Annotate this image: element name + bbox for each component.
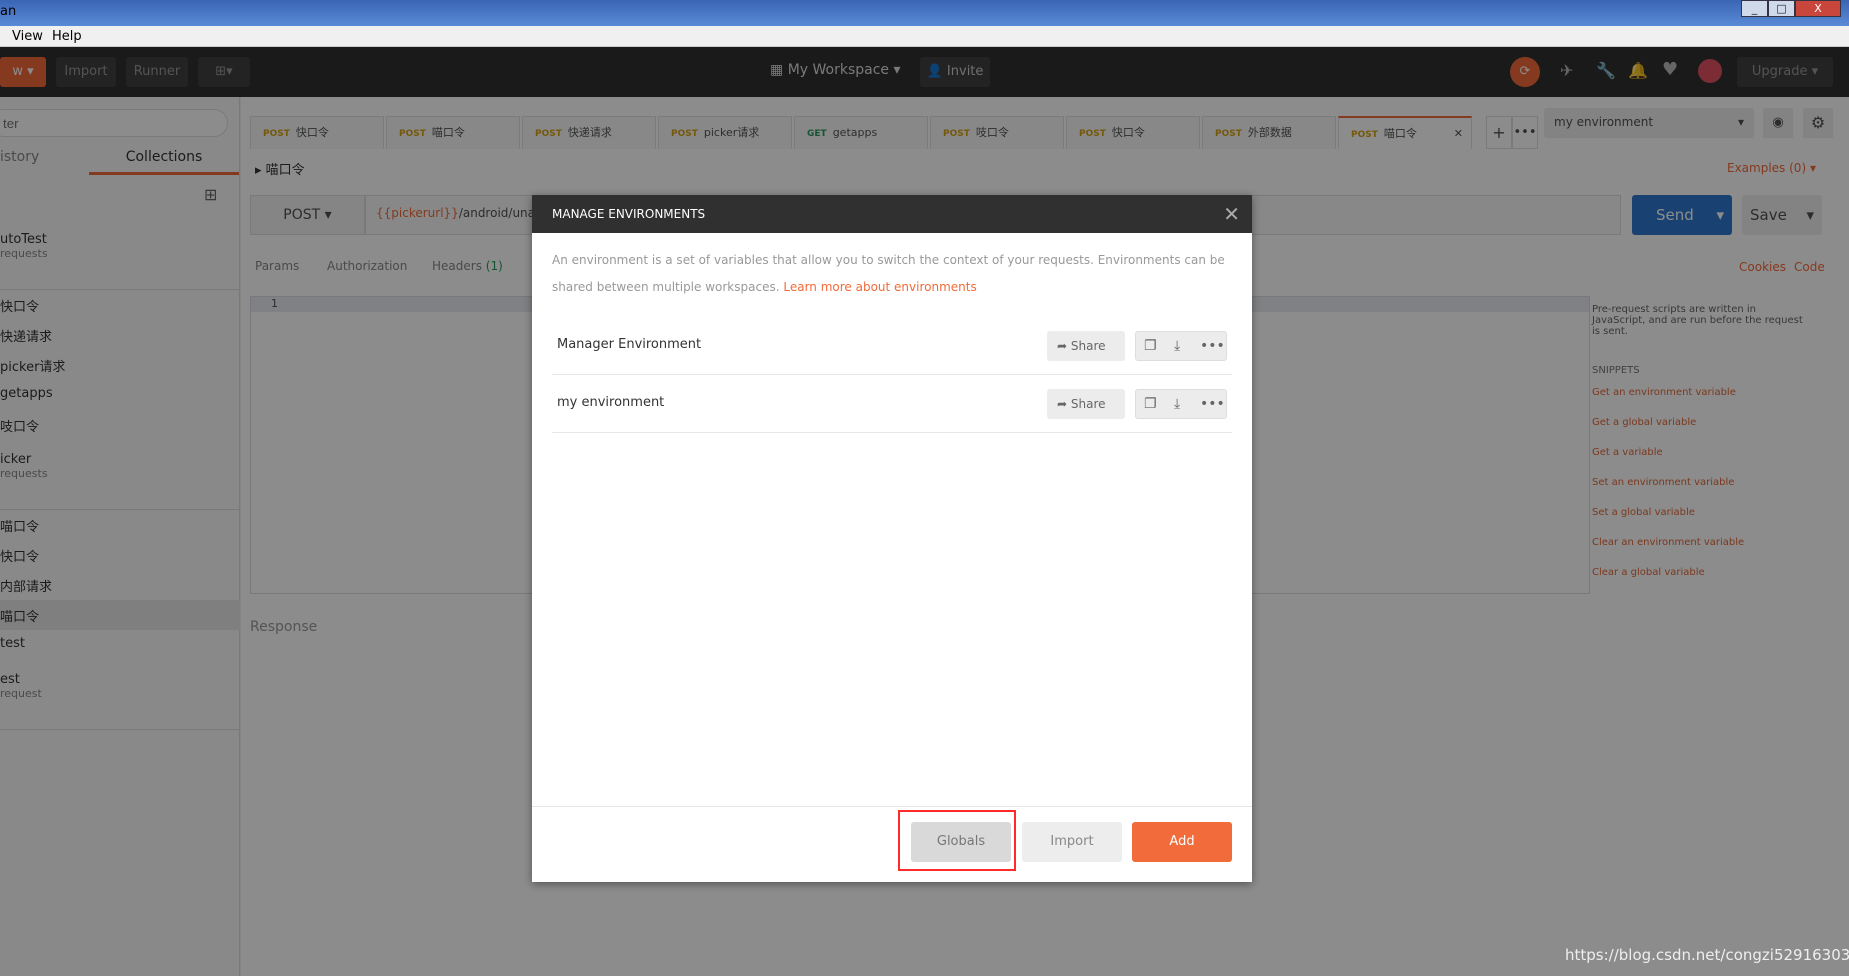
footer-divider bbox=[532, 806, 1252, 807]
minimize-button[interactable]: _ bbox=[1741, 0, 1768, 17]
download-icon[interactable]: ⤓ bbox=[1174, 332, 1180, 360]
environment-name[interactable]: my environment bbox=[557, 395, 664, 410]
add-env-button[interactable]: Add bbox=[1132, 822, 1232, 862]
modal-title: MANAGE ENVIRONMENTS bbox=[552, 207, 706, 221]
download-icon[interactable]: ⤓ bbox=[1174, 390, 1180, 418]
share-icon: ➦ bbox=[1057, 397, 1068, 411]
import-env-button[interactable]: Import bbox=[1022, 822, 1122, 862]
close-window-button[interactable]: X bbox=[1795, 0, 1841, 17]
menu-view[interactable]: View bbox=[12, 29, 43, 44]
learn-more-link[interactable]: Learn more about environments bbox=[783, 280, 976, 294]
share-label: Share bbox=[1070, 339, 1106, 353]
env-actions: ❐ ⤓ ••• bbox=[1135, 389, 1227, 419]
duplicate-icon[interactable]: ❐ bbox=[1144, 332, 1157, 360]
maximize-button[interactable]: □ bbox=[1768, 0, 1795, 17]
share-button[interactable]: ➦ Share bbox=[1047, 331, 1125, 361]
window-titlebar: an _ □ X bbox=[0, 0, 1849, 26]
share-icon: ➦ bbox=[1057, 339, 1068, 353]
close-icon[interactable]: ✕ bbox=[1223, 195, 1240, 233]
share-button[interactable]: ➦ Share bbox=[1047, 389, 1125, 419]
modal-backdrop-header bbox=[0, 47, 1849, 97]
window-title: an bbox=[0, 4, 17, 19]
duplicate-icon[interactable]: ❐ bbox=[1144, 390, 1157, 418]
environment-row[interactable]: Manager Environment ➦ Share ❐ ⤓ ••• bbox=[552, 317, 1232, 375]
more-icon[interactable]: ••• bbox=[1200, 332, 1225, 360]
menu-help[interactable]: Help bbox=[52, 29, 82, 44]
manage-environments-modal: MANAGE ENVIRONMENTS ✕ An environment is … bbox=[532, 195, 1252, 882]
env-actions: ❐ ⤓ ••• bbox=[1135, 331, 1227, 361]
watermark: https://blog.csdn.net/congzi529163036 bbox=[1565, 946, 1849, 964]
environment-name[interactable]: Manager Environment bbox=[557, 337, 701, 352]
environment-row[interactable]: my environment ➦ Share ❐ ⤓ ••• bbox=[552, 375, 1232, 433]
highlight-box bbox=[898, 810, 1016, 871]
menu-bar: View Help bbox=[0, 26, 1849, 47]
modal-description: An environment is a set of variables tha… bbox=[552, 247, 1232, 301]
more-icon[interactable]: ••• bbox=[1200, 390, 1225, 418]
modal-header: MANAGE ENVIRONMENTS ✕ bbox=[532, 195, 1252, 233]
share-label: Share bbox=[1070, 397, 1106, 411]
